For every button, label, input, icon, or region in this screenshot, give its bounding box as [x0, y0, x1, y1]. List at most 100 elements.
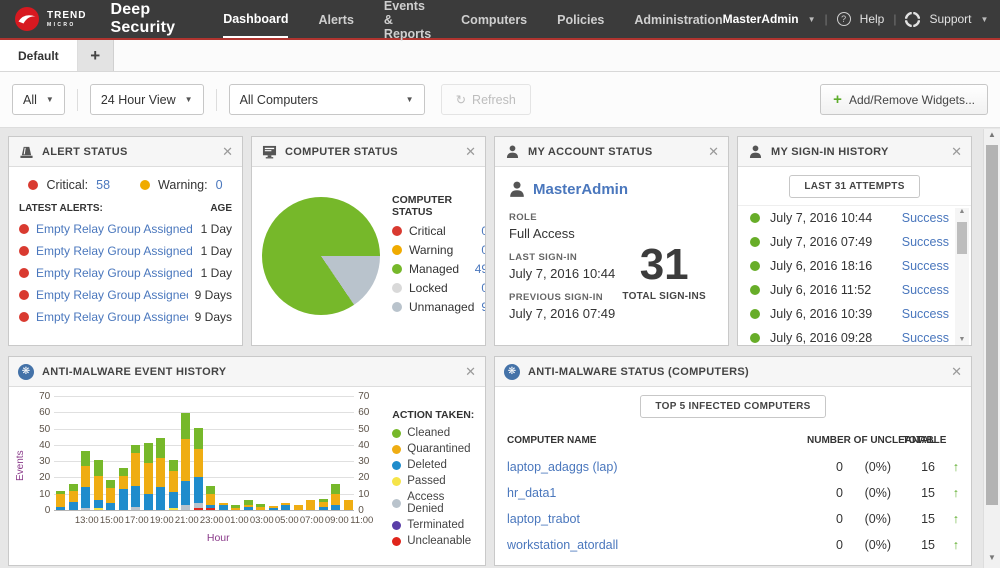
signin-result-link[interactable]: Success	[902, 211, 949, 225]
scroll-up-icon[interactable]: ▲	[955, 208, 969, 220]
y-tick-label: 50	[39, 424, 50, 435]
bar-segment-deleted	[81, 487, 90, 508]
divider: |	[825, 12, 828, 26]
computers-dropdown[interactable]: All Computers ▼	[229, 84, 425, 115]
action-taken-legend: ACTION TAKEN: CleanedQuarantinedDeletedP…	[392, 397, 479, 565]
warning-count-link[interactable]: 0	[216, 178, 223, 192]
previous-signin-value: July 7, 2016 07:49	[509, 306, 714, 321]
page-scrollbar[interactable]: ▲ ▼	[983, 129, 1000, 568]
signin-result-link[interactable]: Success	[902, 331, 949, 345]
trend-up-icon: ↑	[935, 460, 959, 474]
signin-result-link[interactable]: Success	[902, 259, 949, 273]
refresh-icon: ↻	[456, 92, 466, 107]
computer-name-link[interactable]: laptop_adaggs (lap)	[507, 460, 807, 474]
close-icon[interactable]: ✕	[465, 145, 476, 158]
alert-link[interactable]: Empty Relay Group Assigned - dir...	[36, 310, 188, 324]
user-menu-caret-icon[interactable]: ▼	[808, 15, 816, 24]
signin-result-link[interactable]: Success	[902, 235, 949, 249]
tab-default[interactable]: Default	[0, 40, 78, 71]
alert-link[interactable]: Empty Relay Group Assigned - 19...	[36, 222, 194, 236]
bar-segment-quarantined	[94, 476, 103, 500]
support-lifebuoy-icon[interactable]	[905, 12, 920, 27]
infected-computers-table: laptop_adaggs (lap)0(0%)16↑hr_data10(0%)…	[507, 454, 959, 566]
computer-name-link[interactable]: hr_data1	[507, 486, 807, 500]
alert-link[interactable]: Empty Relay Group Assigned - CA...	[36, 244, 194, 258]
widget-title: MY SIGN-IN HISTORY	[771, 146, 889, 158]
legend-label: Locked	[409, 281, 448, 295]
nav-item-policies[interactable]: Policies	[557, 1, 604, 37]
computer-name-link[interactable]: workstation_atordall	[507, 538, 807, 552]
legend-count-link[interactable]: 0	[481, 243, 486, 257]
nav-item-alerts[interactable]: Alerts	[318, 1, 353, 37]
signin-date: July 6, 2016 11:52	[770, 283, 892, 297]
computer-name-link[interactable]: laptop_trabot	[507, 512, 807, 526]
bar-segment-uncleanable	[194, 508, 203, 510]
scrollbar-thumb[interactable]	[986, 145, 998, 505]
bar-segment-deleted	[281, 505, 290, 510]
x-tick-label: 17:00	[124, 511, 149, 526]
legend-count-link[interactable]: 0	[481, 281, 486, 295]
success-dot-icon	[750, 237, 760, 247]
signin-result-link[interactable]: Success	[902, 307, 949, 321]
bar-segment-deleted	[144, 494, 153, 510]
y-tick-label: 40	[39, 440, 50, 451]
add-remove-widgets-button[interactable]: + Add/Remove Widgets...	[820, 84, 988, 115]
person-icon	[509, 181, 525, 198]
nav-item-administration[interactable]: Administration	[634, 1, 722, 37]
legend-dot-icon	[392, 429, 401, 438]
scope-dropdown[interactable]: All ▼	[12, 84, 65, 115]
alert-list: Empty Relay Group Assigned - 19...1 DayE…	[9, 218, 242, 328]
signin-row: July 6, 2016 11:52 Success	[738, 278, 971, 302]
scroll-up-icon[interactable]: ▲	[984, 130, 1000, 144]
nav-item-dashboard[interactable]: Dashboard	[223, 0, 288, 38]
chevron-down-icon: ▼	[185, 95, 193, 104]
refresh-button[interactable]: ↻ Refresh	[441, 84, 531, 115]
legend-count-link[interactable]: 0	[481, 224, 486, 238]
scrollbar-thumb[interactable]	[957, 222, 967, 254]
critical-count-link[interactable]: 58	[96, 178, 110, 192]
close-icon[interactable]: ✕	[708, 145, 719, 158]
close-icon[interactable]: ✕	[951, 145, 962, 158]
bar-10:00	[329, 484, 342, 510]
widget-title: COMPUTER STATUS	[285, 146, 398, 158]
help-link[interactable]: Help	[860, 12, 885, 26]
scroll-down-icon[interactable]: ▼	[984, 553, 1000, 567]
warning-dot-icon	[140, 180, 150, 190]
uncleanable-percent: (0%)	[843, 564, 891, 566]
top-5-infected-button[interactable]: TOP 5 INFECTED COMPUTERS	[640, 395, 825, 418]
bar-segment-quarantined	[56, 494, 65, 507]
widget-title: ANTI-MALWARE EVENT HISTORY	[42, 366, 226, 378]
role-label: ROLE	[509, 212, 714, 223]
add-dashboard-tab-button[interactable]: +	[78, 40, 114, 71]
nav-item-events-reports[interactable]: Events & Reports	[384, 0, 431, 51]
scroll-down-icon[interactable]: ▼	[955, 336, 969, 346]
close-icon[interactable]: ✕	[222, 145, 233, 158]
chevron-down-icon: ▼	[406, 95, 414, 104]
computer-name-link[interactable]: workstation_iessy	[507, 564, 807, 566]
user-menu[interactable]: MasterAdmin	[723, 12, 799, 26]
nav-item-computers[interactable]: Computers	[461, 1, 527, 37]
signin-result-link[interactable]: Success	[902, 283, 949, 297]
alert-link[interactable]: Empty Relay Group Assigned - dir...	[36, 288, 188, 302]
bar-segment-cleaned	[144, 443, 153, 463]
close-icon[interactable]: ✕	[465, 365, 476, 378]
uncleanable-count: 0	[807, 512, 843, 526]
y-tick-label: 10	[358, 489, 369, 500]
support-caret-icon[interactable]: ▼	[981, 15, 989, 24]
period-dropdown[interactable]: 24 Hour View ▼	[90, 84, 204, 115]
username-link[interactable]: MasterAdmin	[533, 181, 628, 198]
trend-micro-swoosh-icon	[14, 6, 40, 32]
support-link[interactable]: Support	[929, 12, 971, 26]
my-account-status-widget: MY ACCOUNT STATUS ✕ MasterAdmin ROLE Ful…	[494, 136, 729, 346]
alert-link[interactable]: Empty Relay Group Assigned - CA...	[36, 266, 194, 280]
help-icon[interactable]: ?	[837, 12, 851, 26]
widget-scrollbar[interactable]: ▲ ▼	[955, 208, 969, 346]
computer-status-widget: COMPUTER STATUS ✕ COMPUTER STATUS Critic…	[251, 136, 486, 346]
legend-count-link[interactable]: 9	[481, 300, 486, 314]
bar-segment-deleted	[169, 492, 178, 508]
legend-count-link[interactable]: 49	[475, 262, 486, 276]
last-31-attempts-button[interactable]: LAST 31 ATTEMPTS	[789, 175, 919, 198]
close-icon[interactable]: ✕	[951, 365, 962, 378]
alert-status-widget: ALERT STATUS ✕ Critical: 58 Warning: 0 L…	[8, 136, 243, 346]
x-axis-ticks: 13:0015:0017:0019:0021:0023:0001:0003:00…	[74, 511, 374, 526]
